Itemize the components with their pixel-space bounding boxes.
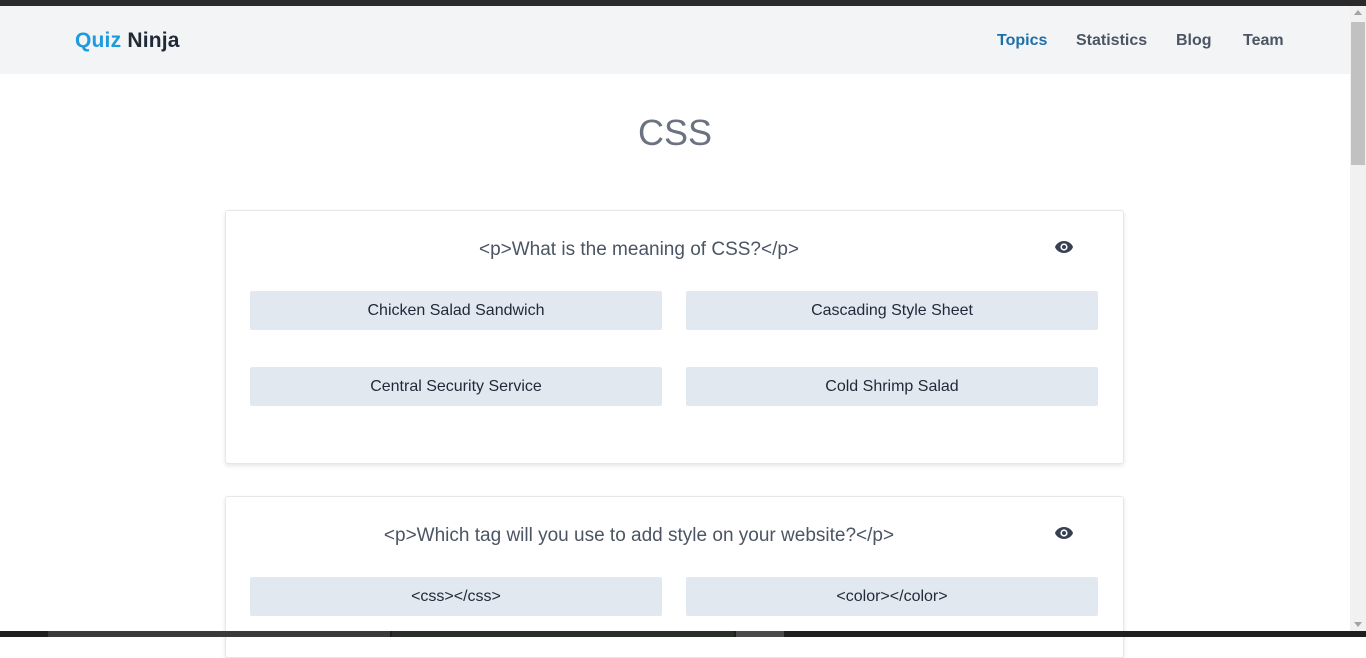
answer-option[interactable]: Cascading Style Sheet xyxy=(686,291,1098,330)
answer-option[interactable]: <color></color> xyxy=(686,577,1098,616)
question-text: <p>What is the meaning of CSS?</p> xyxy=(478,239,800,260)
scrollbar-thumb[interactable] xyxy=(1351,22,1365,165)
nav-links: Topics Statistics Blog Team xyxy=(0,32,1350,52)
navbar: Quiz Ninja Topics Statistics Blog Team xyxy=(0,6,1350,74)
nav-item-team[interactable]: Team xyxy=(1243,32,1284,50)
nav-item-blog[interactable]: Blog xyxy=(1176,32,1212,50)
scroll-down-arrow-icon[interactable] xyxy=(1354,622,1362,627)
question-text: <p>Which tag will you use to add style o… xyxy=(383,525,895,546)
answer-option[interactable]: <css></css> xyxy=(250,577,662,616)
page-title: CSS xyxy=(637,112,713,153)
eye-icon[interactable] xyxy=(1054,239,1074,255)
question-card: <p>What is the meaning of CSS?</p> Chick… xyxy=(225,210,1124,464)
taskbar-segment xyxy=(48,631,390,637)
scroll-up-arrow-icon[interactable] xyxy=(1354,10,1362,15)
taskbar-segment xyxy=(736,631,784,637)
answer-option[interactable]: Central Security Service xyxy=(250,367,662,406)
eye-icon[interactable] xyxy=(1054,525,1074,541)
answer-option[interactable]: Chicken Salad Sandwich xyxy=(250,291,662,330)
answer-option[interactable]: Cold Shrimp Salad xyxy=(686,367,1098,406)
nav-item-topics[interactable]: Topics xyxy=(997,32,1047,50)
taskbar-segment xyxy=(392,631,734,637)
nav-item-statistics[interactable]: Statistics xyxy=(1076,32,1147,50)
